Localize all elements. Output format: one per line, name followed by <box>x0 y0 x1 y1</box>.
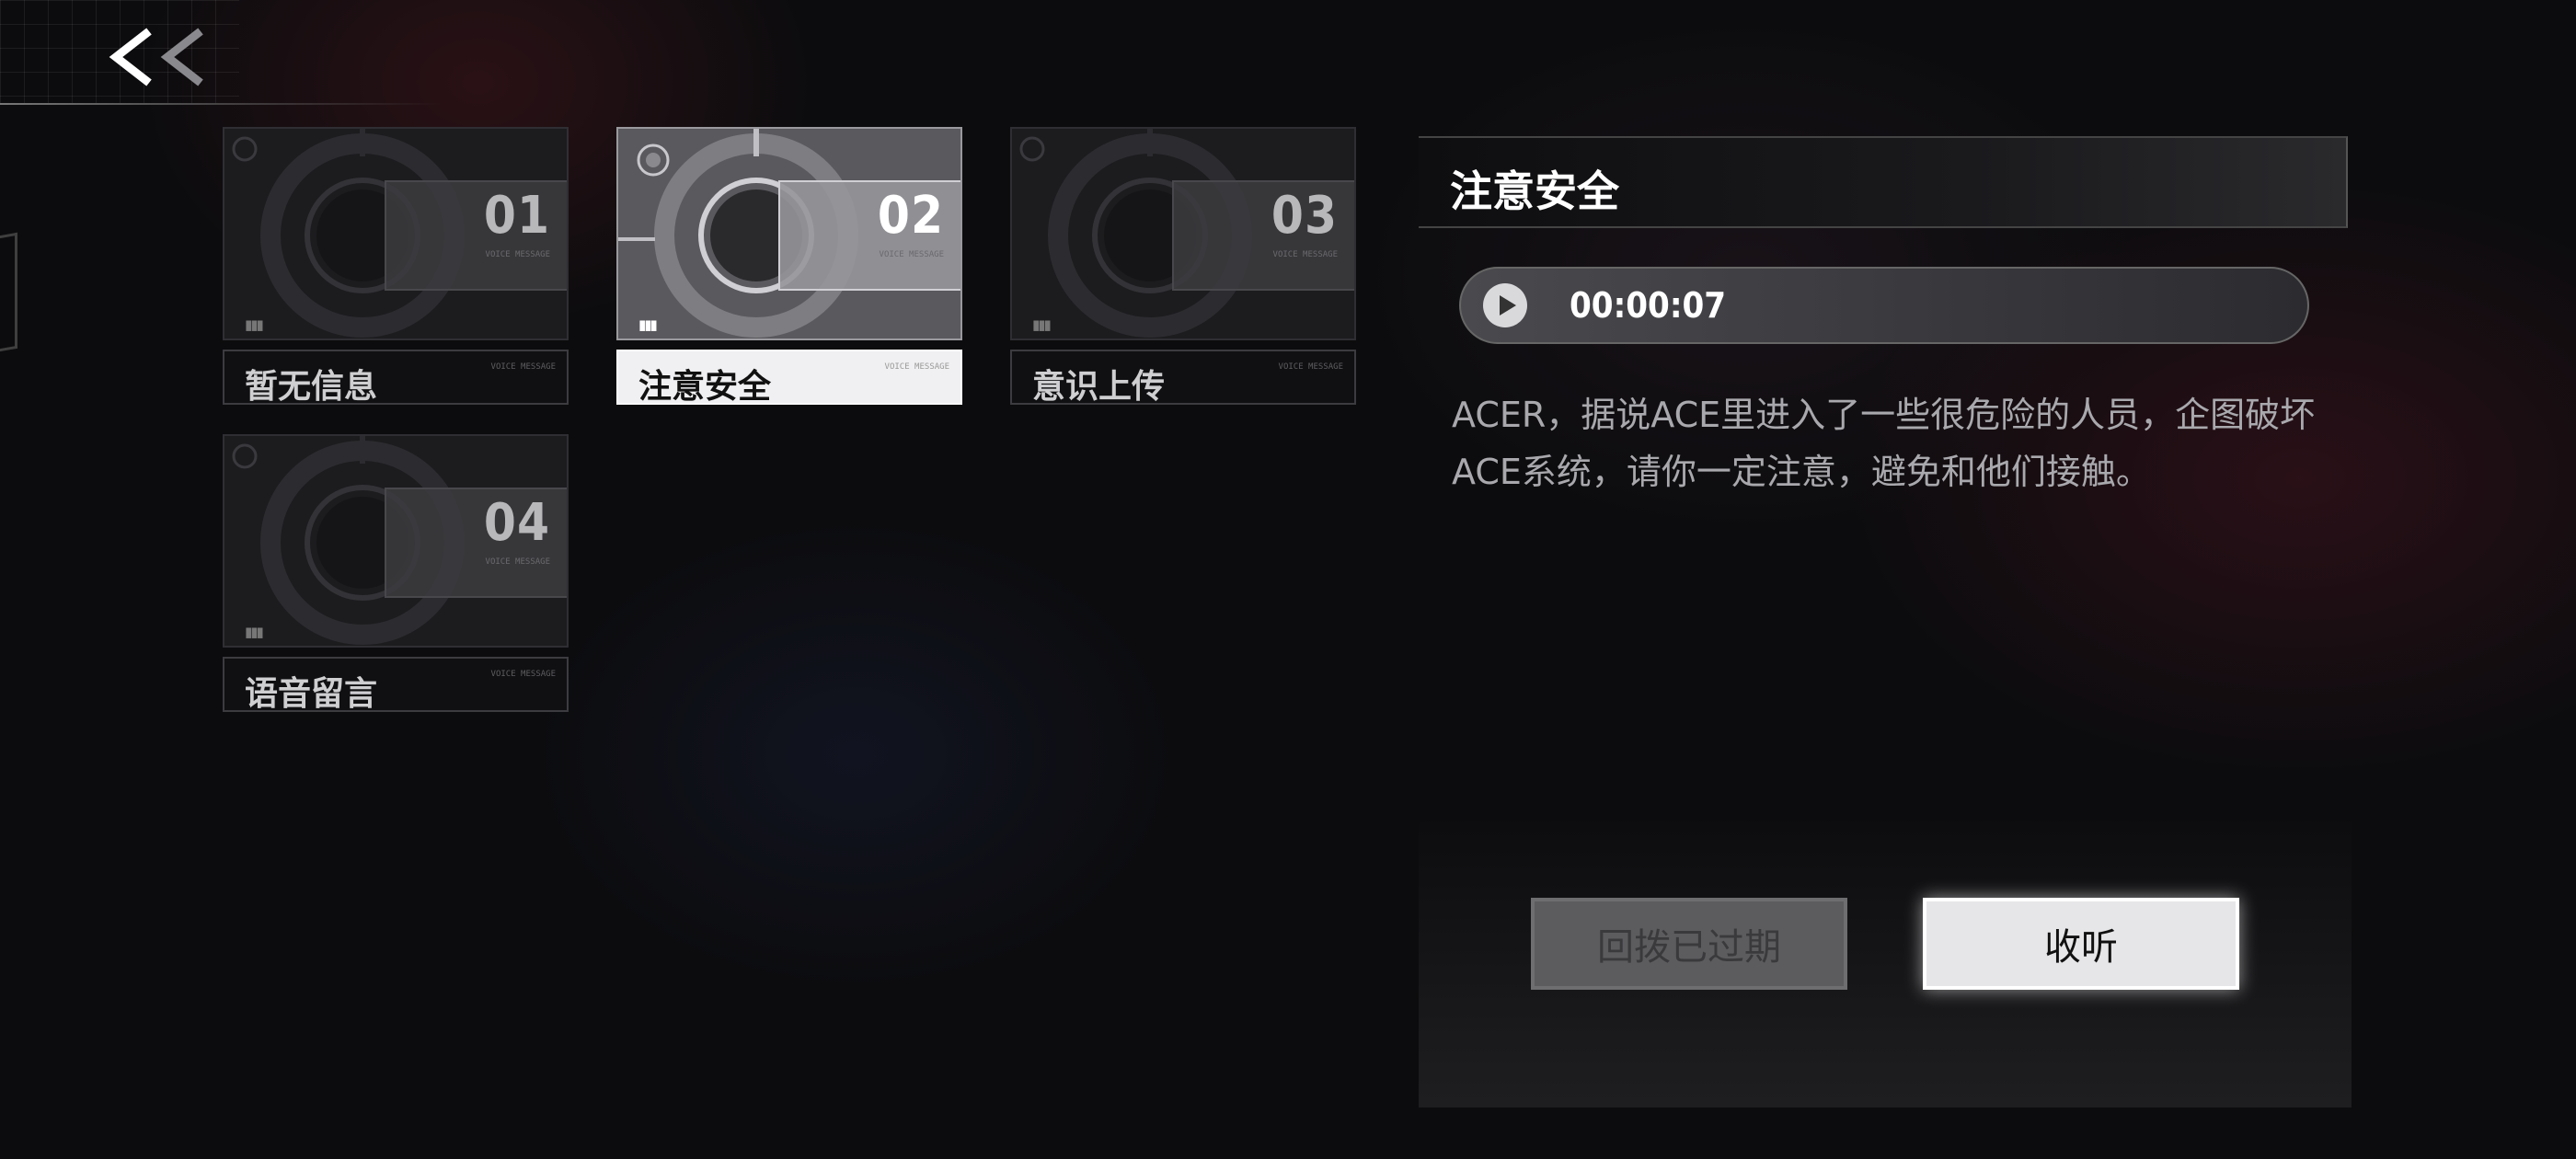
message-card-01[interactable]: 01 VOICE MESSAGE ▮▮▮ 暂无信息 VOICE MESSAGE <box>223 127 569 408</box>
label-sublabel: VOICE MESSAGE <box>884 362 949 372</box>
signal-bars-icon: ▮▮▮ <box>1032 316 1052 333</box>
double-chevron-left-icon <box>109 28 203 86</box>
signal-bars-icon: ▮▮▮ <box>245 316 264 333</box>
detail-header: 注意安全 <box>1419 136 2348 228</box>
message-label-box: 意识上传 VOICE MESSAGE <box>1010 350 1356 406</box>
message-card-03[interactable]: 03 VOICE MESSAGE ▮▮▮ 意识上传 VOICE MESSAGE <box>1010 127 1356 408</box>
message-number: 03 <box>1271 186 1338 246</box>
card-sublabel: VOICE MESSAGE <box>879 250 944 259</box>
message-card-02[interactable]: 02 VOICE MESSAGE ▮▮▮ 注意安全 VOICE MESSAGE <box>616 127 962 408</box>
card-frame: 03 VOICE MESSAGE ▮▮▮ <box>1010 127 1356 340</box>
label-sublabel: VOICE MESSAGE <box>490 670 556 679</box>
message-label-box: 暂无信息 VOICE MESSAGE <box>223 350 569 406</box>
card-sublabel: VOICE MESSAGE <box>485 557 550 567</box>
message-label: 注意安全 <box>638 368 772 406</box>
card-frame: 02 VOICE MESSAGE ▮▮▮ <box>616 127 962 340</box>
top-divider <box>0 103 442 105</box>
card-frame: 04 VOICE MESSAGE ▮▮▮ <box>223 434 569 648</box>
audio-duration: 00:00:07 <box>1570 285 1727 326</box>
message-label: 意识上传 <box>1032 368 1166 406</box>
message-label-box: 注意安全 VOICE MESSAGE <box>616 350 962 406</box>
message-label: 暂无信息 <box>245 368 378 406</box>
message-number: 02 <box>877 186 944 246</box>
message-label-box: 语音留言 VOICE MESSAGE <box>223 657 569 713</box>
message-number: 04 <box>483 493 550 553</box>
back-button[interactable] <box>103 20 213 94</box>
message-label: 语音留言 <box>245 675 378 713</box>
side-tab[interactable] <box>0 232 17 355</box>
label-sublabel: VOICE MESSAGE <box>1278 362 1343 372</box>
signal-bars-icon: ▮▮▮ <box>638 316 658 333</box>
card-frame: 01 VOICE MESSAGE ▮▮▮ <box>223 127 569 340</box>
card-sublabel: VOICE MESSAGE <box>1272 250 1338 259</box>
signal-bars-icon: ▮▮▮ <box>245 624 264 640</box>
callback-expired-button[interactable]: 回拨已过期 <box>1531 898 1847 990</box>
message-number: 01 <box>483 186 550 246</box>
label-sublabel: VOICE MESSAGE <box>490 362 556 372</box>
message-card-04[interactable]: 04 VOICE MESSAGE ▮▮▮ 语音留言 VOICE MESSAGE <box>223 434 569 716</box>
card-sublabel: VOICE MESSAGE <box>485 250 550 259</box>
detail-title: 注意安全 <box>1450 166 1619 216</box>
message-text: ACER，据说ACE里进入了一些很危险的人员，企图破坏ACE系统，请你一定注意，… <box>1452 395 2316 492</box>
listen-button[interactable]: 收听 <box>1923 898 2239 990</box>
audio-player[interactable]: 00:00:07 <box>1459 267 2309 344</box>
play-icon[interactable] <box>1483 283 1527 327</box>
